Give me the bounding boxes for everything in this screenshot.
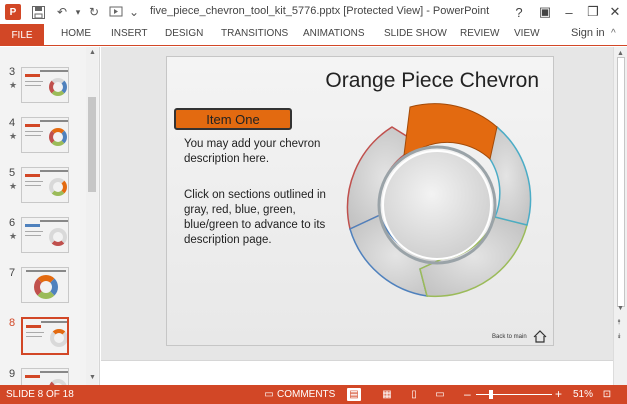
slide-instructions: Click on sections outlined in gray, red,…	[184, 189, 326, 246]
animation-star-icon: ★	[9, 80, 18, 90]
tab-design[interactable]: DESIGN	[165, 28, 203, 39]
title-bar: P ↶ ▾ ↻ ⌄ five_piece_chevron_tool_kit_57…	[0, 0, 627, 24]
tab-animations[interactable]: ANIMATIONS	[303, 28, 364, 39]
normal-view-icon[interactable]: ▤	[347, 388, 361, 401]
slide-counter: SLIDE 8 OF 18	[6, 389, 74, 400]
status-bar: SLIDE 8 OF 18 ▭ COMMENTS ▤ ▦ ▯ ▭ – + 51%…	[0, 385, 627, 404]
tab-slide-show[interactable]: SLIDE SHOW	[384, 28, 447, 39]
slide-show-icon[interactable]: ▭	[433, 388, 447, 401]
slide-number: 6	[9, 217, 16, 229]
slide-number: 3	[9, 66, 16, 78]
slide-scrollbar[interactable]: ▲ ▼ ⯭ ⯯	[613, 47, 627, 385]
start-from-beginning-icon[interactable]	[108, 4, 124, 20]
animation-star-icon: ★	[9, 231, 18, 241]
slide-thumbnail-3[interactable]	[21, 67, 69, 103]
fit-slide-icon[interactable]: ⊡	[600, 388, 614, 401]
item-one-button[interactable]: Item One	[174, 108, 292, 130]
slide-number: 9	[9, 368, 16, 380]
comments-button[interactable]: COMMENTS	[277, 389, 335, 400]
center-circle-fill	[382, 150, 492, 260]
current-slide[interactable]: Orange Piece Chevron Item One You may ad…	[166, 56, 554, 346]
slide-number: 4	[9, 117, 16, 129]
home-icon[interactable]	[533, 330, 547, 343]
help-button[interactable]: ?	[506, 2, 532, 22]
slide-number: 7	[9, 267, 16, 279]
scrollbar-thumb[interactable]	[617, 57, 625, 307]
slide-sorter-icon[interactable]: ▦	[380, 388, 394, 401]
slide-description: You may add your chevron description her…	[184, 138, 321, 165]
tab-review[interactable]: REVIEW	[460, 28, 499, 39]
zoom-level[interactable]: 51%	[573, 389, 593, 400]
scroll-down-arrow-icon[interactable]: ▼	[617, 305, 624, 312]
slide-number: 5	[9, 167, 16, 179]
scroll-down-arrow-icon[interactable]: ▼	[89, 374, 96, 381]
window-title: five_piece_chevron_tool_kit_5776.pptx [P…	[150, 5, 490, 17]
undo-icon[interactable]: ↶	[54, 4, 70, 20]
scroll-up-arrow-icon[interactable]: ▲	[89, 49, 96, 56]
slide-thumbnail-4[interactable]	[21, 117, 69, 153]
slide-number: 8	[9, 317, 16, 329]
slide-thumbnail-9[interactable]	[21, 368, 69, 385]
chevron-cycle-diagram	[346, 103, 532, 298]
zoom-slider[interactable]	[476, 394, 552, 395]
slide-thumbnail-8[interactable]	[21, 317, 69, 355]
scroll-up-arrow-icon[interactable]: ▲	[617, 50, 624, 57]
slide-thumbnail-7[interactable]	[21, 267, 69, 303]
back-to-main-link[interactable]: Back to main	[492, 334, 527, 340]
collapse-ribbon-icon[interactable]: ^	[611, 28, 616, 39]
previous-slide-icon[interactable]: ⯭	[617, 319, 621, 327]
animation-star-icon: ★	[9, 181, 18, 191]
slide-thumbnail-5[interactable]	[21, 167, 69, 203]
tab-insert[interactable]: INSERT	[111, 28, 148, 39]
animation-star-icon: ★	[9, 131, 18, 141]
sign-in-link[interactable]: Sign in	[571, 27, 605, 39]
minimize-button[interactable]: –	[556, 2, 582, 22]
next-slide-icon[interactable]: ⯯	[617, 333, 621, 341]
slide-thumbnail-6[interactable]	[21, 217, 69, 253]
chevron-down-icon[interactable]: ▾	[70, 4, 86, 20]
ribbon-tabs: FILE HOME INSERT DESIGN TRANSITIONS ANIM…	[0, 24, 627, 46]
ribbon-display-options-icon[interactable]: ▣	[532, 2, 558, 22]
slide-thumbnail-pane: 3 ★ 4 ★ 5 ★ 6 ★ 7 8 9	[0, 47, 100, 385]
tab-file[interactable]: FILE	[0, 24, 44, 46]
tab-view[interactable]: VIEW	[514, 28, 540, 39]
tab-transitions[interactable]: TRANSITIONS	[221, 28, 288, 39]
comment-icon[interactable]: ▭	[262, 388, 276, 401]
notes-area[interactable]	[101, 360, 613, 385]
close-button[interactable]: ✕	[602, 2, 627, 22]
customize-toolbar-icon[interactable]: ⌄	[126, 4, 142, 20]
zoom-out-button[interactable]: –	[464, 387, 471, 401]
thumbnail-scrollbar[interactable]: ▲ ▼	[86, 47, 98, 385]
zoom-in-button[interactable]: +	[555, 387, 562, 401]
powerpoint-app-icon[interactable]: P	[5, 4, 21, 20]
zoom-slider-handle[interactable]	[489, 390, 493, 399]
redo-icon[interactable]: ↻	[86, 4, 102, 20]
scrollbar-thumb[interactable]	[88, 97, 96, 192]
floppy-disk-icon[interactable]	[30, 4, 46, 20]
tab-home[interactable]: HOME	[61, 28, 91, 39]
reading-view-icon[interactable]: ▯	[407, 388, 421, 401]
slide-title: Orange Piece Chevron	[325, 69, 539, 92]
